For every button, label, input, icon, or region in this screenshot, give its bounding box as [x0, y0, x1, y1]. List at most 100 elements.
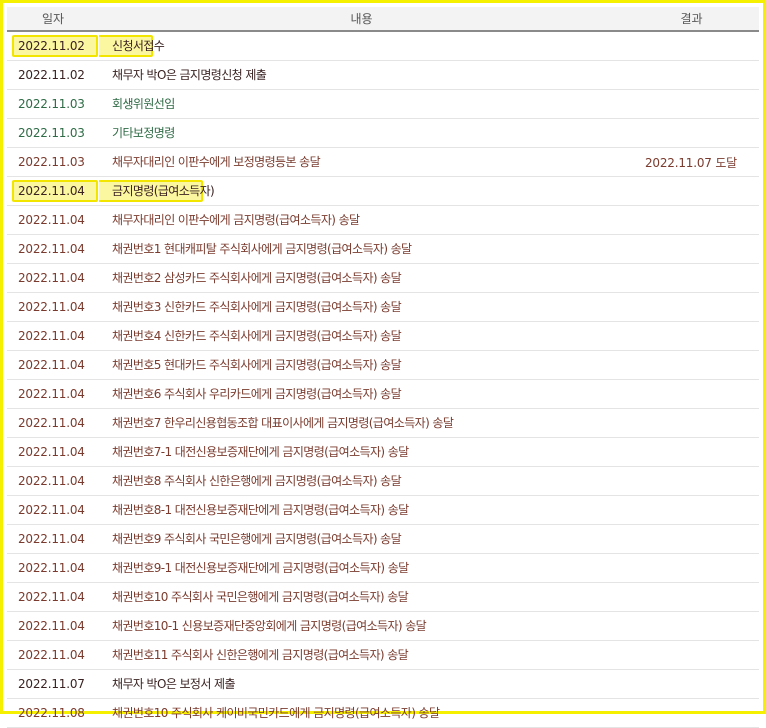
row-date: 2022.11.04	[18, 590, 85, 604]
row-date: 2022.11.04	[18, 474, 85, 488]
row-date: 2022.11.07	[18, 677, 85, 691]
row-date-cell: 2022.11.03	[7, 89, 99, 119]
row-date-wrap: 2022.11.04	[18, 554, 99, 582]
row-content: 채권번호7-1 대전신용보증재단에게 금지명령(급여소득자) 송달	[112, 445, 409, 459]
table-row: 2022.11.04 채권번호9 주식회사 국민은행에게 금지명령(급여소득자) …	[7, 524, 759, 554]
row-date-wrap: 2022.11.02	[18, 61, 99, 89]
row-content-wrap: 신청서접수	[99, 32, 624, 60]
row-content-cell: 채권번호8-1 대전신용보증재단에게 금지명령(급여소득자) 송달	[99, 495, 624, 525]
row-content-wrap: 채권번호10-1 신용보증재단중앙회에게 금지명령(급여소득자) 송달	[112, 612, 624, 640]
table-row: 2022.11.04 채권번호1 현대캐피탈 주식회사에게 금지명령(급여소득자)…	[7, 234, 759, 264]
row-date-wrap: 2022.11.04	[18, 206, 99, 234]
row-content-wrap: 채권번호8-1 대전신용보증재단에게 금지명령(급여소득자) 송달	[112, 496, 624, 524]
header-date: 일자	[7, 7, 99, 32]
row-content-cell: 채권번호6 주식회사 우리카드에게 금지명령(급여소득자) 송달	[99, 379, 624, 409]
table-row: 2022.11.04 채무자대리인 이판수에게 금지명령(급여소득자) 송달	[7, 205, 759, 235]
row-date: 2022.11.02	[18, 39, 85, 53]
row-result-cell	[624, 89, 759, 119]
header-content: 내용	[99, 7, 624, 32]
row-date-wrap: 2022.11.04	[18, 322, 99, 350]
row-content: 채권번호1 현대캐피탈 주식회사에게 금지명령(급여소득자) 송달	[112, 242, 412, 256]
row-content-cell: 채권번호5 현대카드 주식회사에게 금지명령(급여소득자) 송달	[99, 350, 624, 380]
row-content-cell: 채무자대리인 이판수에게 금지명령(급여소득자) 송달	[99, 205, 624, 235]
table-row: 2022.11.08 채권번호10 주식회사 케이비국민카드에게 금지명령(급여소…	[7, 698, 759, 728]
row-content-wrap: 채권번호6 주식회사 우리카드에게 금지명령(급여소득자) 송달	[112, 380, 624, 408]
row-content-wrap: 채권번호4 신한카드 주식회사에게 금지명령(급여소득자) 송달	[112, 322, 624, 350]
row-date: 2022.11.02	[18, 68, 85, 82]
row-content: 채권번호9 주식회사 국민은행에게 금지명령(급여소득자) 송달	[112, 532, 402, 546]
row-content-wrap: 채권번호7 한우리신용협동조합 대표이사에게 금지명령(급여소득자) 송달	[112, 409, 624, 437]
row-content: 채권번호8-1 대전신용보증재단에게 금지명령(급여소득자) 송달	[112, 503, 409, 517]
row-date-cell: 2022.11.04	[7, 524, 99, 554]
row-content-cell: 채권번호8 주식회사 신한은행에게 금지명령(급여소득자) 송달	[99, 466, 624, 496]
row-content-cell: 신청서접수	[99, 31, 624, 61]
row-content-cell: 채권번호1 현대캐피탈 주식회사에게 금지명령(급여소득자) 송달	[99, 234, 624, 264]
row-date-wrap: 2022.11.04	[18, 409, 99, 437]
table-row: 2022.11.03 회생위원선임	[7, 89, 759, 119]
row-date-wrap: 2022.11.04	[18, 235, 99, 263]
row-result-cell	[624, 408, 759, 438]
table-row: 2022.11.04 채권번호11 주식회사 신한은행에게 금지명령(급여소득자)…	[7, 640, 759, 670]
row-date-cell: 2022.11.04	[7, 582, 99, 612]
row-date: 2022.11.04	[18, 445, 85, 459]
case-history-panel: 일자 내용 결과 2022.11.02 신청서접수 2022.11.02 채무자 박O…	[0, 0, 766, 728]
row-result-cell: 2022.11.07 도달	[624, 147, 759, 177]
row-content-cell: 채무자 박O은 금지명령신청 제출	[99, 60, 624, 90]
row-date: 2022.11.04	[18, 503, 85, 517]
row-result-cell	[624, 263, 759, 293]
row-date-wrap: 2022.11.04	[18, 641, 99, 669]
table-row: 2022.11.04 채권번호7 한우리신용협동조합 대표이사에게 금지명령(급여…	[7, 408, 759, 438]
row-date-cell: 2022.11.04	[7, 205, 99, 235]
row-content: 채권번호9-1 대전신용보증재단에게 금지명령(급여소득자) 송달	[112, 561, 409, 575]
row-content: 채권번호10 주식회사 케이비국민카드에게 금지명령(급여소득자) 송달	[112, 706, 440, 720]
table-header-row: 일자 내용 결과	[7, 7, 759, 32]
row-result-cell	[624, 234, 759, 264]
row-content-wrap: 채권번호10 주식회사 국민은행에게 금지명령(급여소득자) 송달	[112, 583, 624, 611]
row-content-wrap: 채권번호5 현대카드 주식회사에게 금지명령(급여소득자) 송달	[112, 351, 624, 379]
row-content: 신청서접수	[112, 39, 165, 53]
row-content-cell: 채권번호11 주식회사 신한은행에게 금지명령(급여소득자) 송달	[99, 640, 624, 670]
row-result-cell	[624, 611, 759, 641]
row-date-wrap: 2022.11.03	[18, 148, 99, 176]
row-result-cell	[624, 524, 759, 554]
row-content: 채권번호5 현대카드 주식회사에게 금지명령(급여소득자) 송달	[112, 358, 402, 372]
table-row: 2022.11.04 채권번호8-1 대전신용보증재단에게 금지명령(급여소득자)…	[7, 495, 759, 525]
row-date: 2022.11.08	[18, 706, 85, 720]
row-date: 2022.11.03	[18, 126, 85, 140]
row-date-cell: 2022.11.03	[7, 147, 99, 177]
row-content: 채권번호8 주식회사 신한은행에게 금지명령(급여소득자) 송달	[112, 474, 402, 488]
row-date-cell: 2022.11.04	[7, 292, 99, 322]
row-date-cell: 2022.11.04	[7, 408, 99, 438]
table-row: 2022.11.07 채무자 박O은 보정서 제출	[7, 669, 759, 699]
row-date-cell: 2022.11.04	[7, 350, 99, 380]
row-content-cell: 채권번호9-1 대전신용보증재단에게 금지명령(급여소득자) 송달	[99, 553, 624, 583]
row-date: 2022.11.04	[18, 561, 85, 575]
case-history-table: 일자 내용 결과 2022.11.02 신청서접수 2022.11.02 채무자 박O…	[7, 7, 759, 728]
row-content: 채권번호7 한우리신용협동조합 대표이사에게 금지명령(급여소득자) 송달	[112, 416, 454, 430]
table-row: 2022.11.04 금지명령(급여소득자)	[7, 176, 759, 206]
row-content-wrap: 채권번호9-1 대전신용보증재단에게 금지명령(급여소득자) 송달	[112, 554, 624, 582]
row-date-wrap: 2022.11.04	[18, 264, 99, 292]
row-content-cell: 채권번호2 삼성카드 주식회사에게 금지명령(급여소득자) 송달	[99, 263, 624, 293]
row-result-cell	[624, 437, 759, 467]
row-date-wrap: 2022.11.04	[18, 351, 99, 379]
row-date-cell: 2022.11.04	[7, 553, 99, 583]
row-content-wrap: 채권번호1 현대캐피탈 주식회사에게 금지명령(급여소득자) 송달	[112, 235, 624, 263]
row-content-cell: 금지명령(급여소득자)	[99, 176, 624, 206]
row-date: 2022.11.04	[18, 184, 85, 198]
row-result-cell	[624, 582, 759, 612]
row-content-cell: 채무자 박O은 보정서 제출	[99, 669, 624, 699]
row-date-cell: 2022.11.04	[7, 437, 99, 467]
row-result-cell	[624, 379, 759, 409]
row-date: 2022.11.04	[18, 532, 85, 546]
table-row: 2022.11.04 채권번호7-1 대전신용보증재단에게 금지명령(급여소득자)…	[7, 437, 759, 467]
row-content-wrap: 채권번호9 주식회사 국민은행에게 금지명령(급여소득자) 송달	[112, 525, 624, 553]
row-date-cell: 2022.11.04	[7, 263, 99, 293]
row-content-wrap: 채무자대리인 이판수에게 금지명령(급여소득자) 송달	[112, 206, 624, 234]
row-content-wrap: 기타보정명령	[112, 119, 624, 147]
row-content: 채권번호6 주식회사 우리카드에게 금지명령(급여소득자) 송달	[112, 387, 402, 401]
row-date-wrap: 2022.11.02	[12, 32, 99, 60]
table-row: 2022.11.04 채권번호10-1 신용보증재단중앙회에게 금지명령(급여소득…	[7, 611, 759, 641]
row-date: 2022.11.03	[18, 155, 85, 169]
row-date-cell: 2022.11.04	[7, 321, 99, 351]
